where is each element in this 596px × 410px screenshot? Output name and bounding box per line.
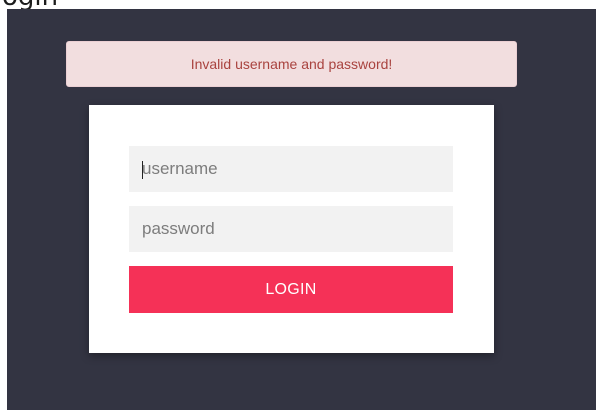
error-alert: Invalid username and password! (66, 41, 517, 87)
login-card: LOGIN (89, 105, 494, 353)
login-page-background: Invalid username and password! LOGIN (7, 9, 596, 410)
username-input[interactable] (129, 146, 453, 192)
error-alert-message: Invalid username and password! (190, 56, 393, 72)
text-caret (142, 161, 143, 179)
password-input[interactable] (129, 206, 453, 252)
login-button[interactable]: LOGIN (129, 266, 453, 313)
